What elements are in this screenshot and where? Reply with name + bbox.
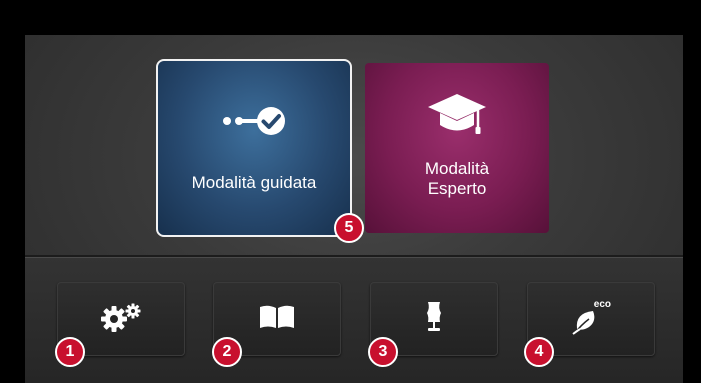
guided-mode-label: Modalità guidata [191,173,317,192]
callout-badge-3: 3 [368,337,398,367]
section-divider [25,255,683,257]
expert-mode-label: Modalità Esperto [424,159,490,198]
eco-leaf-icon: eco [569,299,613,339]
expert-mode-tile[interactable]: Modalità Esperto [365,63,549,233]
screen: Modalità guidata Modalità Esperto eco 1 … [0,0,701,383]
home-panel: Modalità guidata Modalità Esperto eco [25,35,683,383]
callout-badge-1: 1 [55,337,85,367]
dress-form-icon [423,300,445,339]
book-icon [258,304,296,335]
callout-badge-2: 2 [212,337,242,367]
graduation-cap-icon [426,93,488,141]
callout-badge-4: 4 [524,337,554,367]
guided-check-icon [219,103,289,139]
eco-label: eco [593,299,611,310]
callout-badge-5: 5 [334,213,364,243]
guided-mode-tile[interactable]: Modalità guidata [156,59,352,237]
gears-icon [98,302,144,337]
